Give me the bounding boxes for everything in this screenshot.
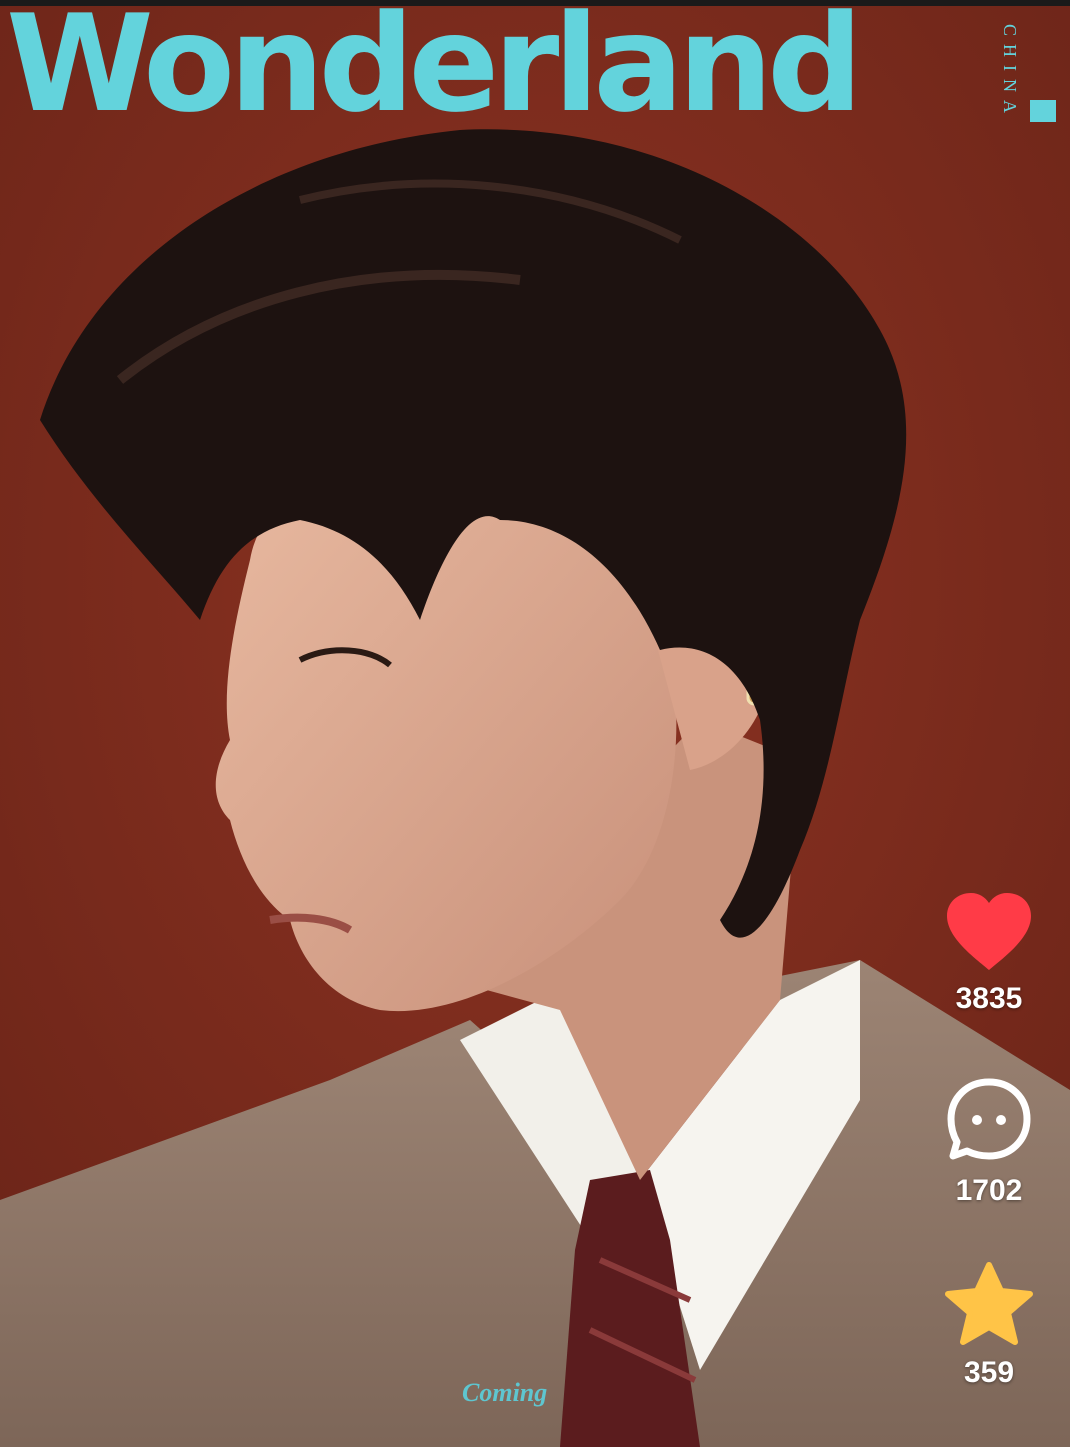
coming-text: Coming [462, 1378, 548, 1407]
heart-icon [947, 893, 1031, 970]
comment-count: 1702 [955, 1174, 1023, 1207]
like-button[interactable]: 3835 [930, 892, 1048, 1016]
comment-button[interactable]: 1702 [930, 1076, 1048, 1208]
masthead-dot [1030, 100, 1056, 122]
magazine-masthead: Wonderland [6, 0, 863, 142]
favorite-count: 359 [963, 1356, 1015, 1389]
star-icon [945, 1262, 1033, 1345]
like-count: 3835 [955, 982, 1023, 1015]
edition-label: CHINA [1000, 23, 1020, 121]
comment-bubble-icon [947, 1078, 1031, 1160]
cover-photo [0, 0, 1070, 1447]
favorite-button[interactable]: 359 [930, 1262, 1048, 1390]
